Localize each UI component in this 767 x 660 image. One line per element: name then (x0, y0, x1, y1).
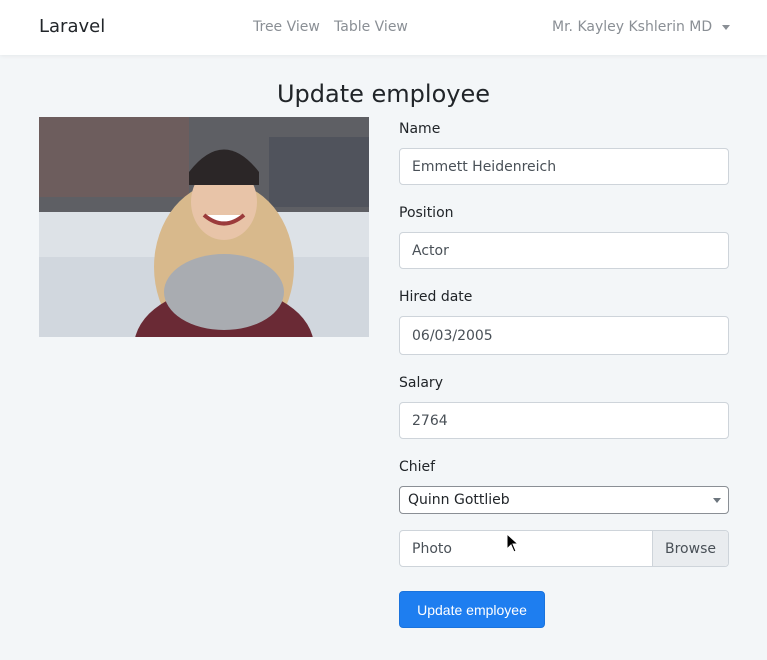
position-value: Actor (412, 242, 449, 259)
user-dropdown[interactable]: Mr. Kayley Kshlerin MD (552, 19, 731, 35)
salary-value: 2764 (412, 412, 448, 429)
employee-photo (39, 117, 369, 337)
hired-date-label: Hired date (399, 289, 473, 305)
update-employee-button[interactable]: Update employee (399, 591, 545, 628)
chief-select[interactable]: Quinn Gottlieb (399, 486, 729, 514)
top-navbar: Laravel Tree View Table View Mr. Kayley … (0, 0, 767, 55)
browse-button[interactable]: Browse (652, 531, 728, 566)
chief-value: Quinn Gottlieb (408, 492, 510, 508)
caret-down-icon (722, 25, 731, 30)
page-title: Update employee (276, 80, 490, 108)
position-input[interactable]: Actor (399, 232, 729, 269)
salary-input[interactable]: 2764 (399, 402, 729, 439)
user-name: Mr. Kayley Kshlerin MD (552, 19, 713, 35)
brand-link[interactable]: Laravel (39, 16, 105, 37)
hired-date-input[interactable]: 06/03/2005 (399, 316, 729, 355)
name-label: Name (399, 121, 441, 137)
caret-down-icon (713, 498, 721, 503)
photo-placeholder: Photo (412, 540, 452, 557)
nav-table-view[interactable]: Table View (334, 19, 408, 35)
salary-label: Salary (399, 375, 443, 391)
chief-label: Chief (399, 459, 436, 475)
mouse-pointer-icon (506, 533, 520, 553)
hired-date-value: 06/03/2005 (412, 327, 493, 344)
nav-tree-view[interactable]: Tree View (253, 19, 320, 35)
name-value: Emmett Heidenreich (412, 158, 557, 175)
photo-file-input[interactable]: Photo Browse (399, 530, 729, 567)
name-input[interactable]: Emmett Heidenreich (399, 148, 729, 185)
position-label: Position (399, 205, 454, 221)
